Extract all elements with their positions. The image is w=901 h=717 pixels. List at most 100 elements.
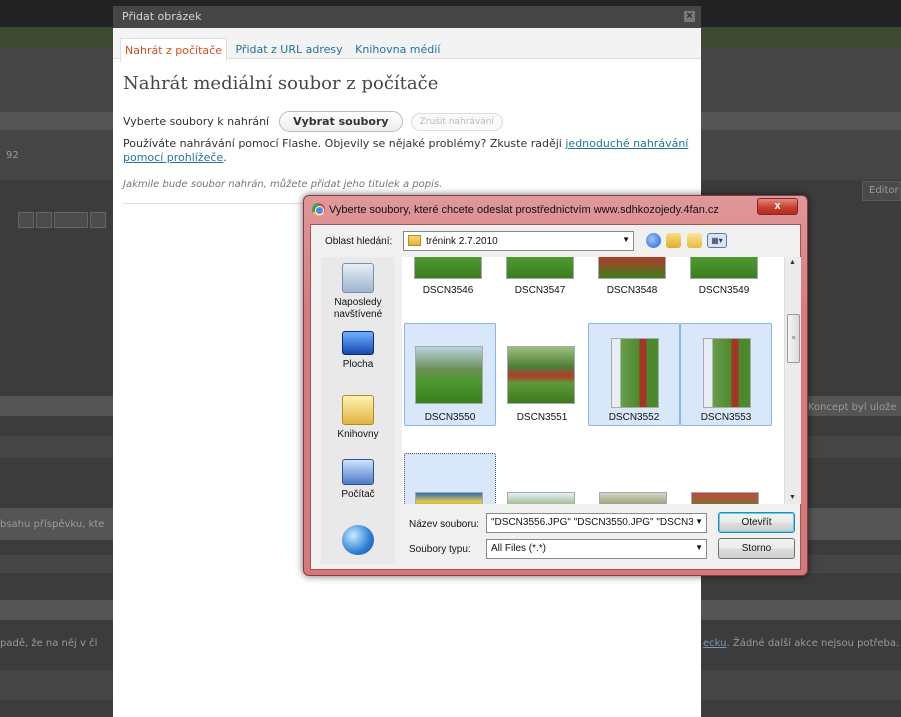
chevron-down-icon: ▼ [695, 543, 703, 552]
libraries-icon [342, 395, 374, 425]
file-name-label: Název souboru: [409, 519, 480, 530]
new-folder-icon[interactable] [687, 233, 702, 248]
file-item[interactable]: DSCN3552 [588, 323, 680, 426]
scrollbar-thumb[interactable]: ≡ [787, 314, 800, 363]
look-in-combobox[interactable]: trénink 2.7.2010 ▼ [403, 231, 634, 251]
place-label: Naposledy navštívené [333, 297, 383, 320]
thumbnail [415, 492, 483, 504]
file-item[interactable]: DSCN3551 [496, 323, 588, 426]
folder-icon [408, 235, 421, 246]
file-list[interactable]: DSCN3546 DSCN3547 DSCN3548 DSCN3549 DSCN… [402, 257, 784, 504]
places-bar: Naposledy navštívené Plocha Knihovny Poč… [321, 257, 395, 564]
file-name-value: "DSCN3556.JPG" "DSCN3550.JPG" "DSCN3 [491, 517, 694, 528]
file-name: DSCN3550 [424, 412, 476, 423]
views-menu-icon[interactable]: ▦▾ [707, 233, 727, 248]
thumbnail[interactable] [690, 257, 758, 279]
dialog-title-text: Vyberte soubory, které chcete odeslat pr… [329, 204, 719, 216]
place-computer[interactable]: Počítač [321, 459, 395, 501]
file-list-scrollbar[interactable]: ▲ ≡ ▼ [784, 257, 801, 504]
dialog-content: Oblast hledání: trénink 2.7.2010 ▼ ▦▾ Na… [310, 224, 801, 570]
select-files-label: Vyberte soubory k nahrání [123, 115, 270, 128]
dialog-title: Vyberte soubory, které chcete odeslat pr… [312, 203, 719, 216]
scroll-up-icon[interactable]: ▲ [789, 259, 796, 266]
file-item[interactable] [680, 453, 772, 504]
file-item[interactable]: DSCN3550 [404, 323, 496, 426]
file-name: DSCN3553 [700, 412, 752, 423]
place-desktop[interactable]: Plocha [321, 331, 395, 371]
flash-note-end: . [223, 151, 227, 164]
place-recent[interactable]: Naposledy navštívené [321, 263, 395, 321]
file-item[interactable] [496, 453, 588, 504]
open-button[interactable]: Otevřít [718, 512, 795, 533]
file-type-select[interactable]: All Files (*.*) ▼ [486, 539, 707, 559]
place-label: Knihovny [337, 429, 379, 440]
bg-draft-status: Koncept byl ulože [808, 402, 897, 413]
place-label: Plocha [342, 359, 374, 370]
bg-toolbar-btn [90, 212, 106, 228]
look-in-label: Oblast hledání: [325, 236, 393, 247]
thumbnail[interactable] [506, 257, 574, 279]
file-open-dialog: Vyberte soubory, které chcete odeslat pr… [303, 195, 808, 576]
upload-heading: Nahrát mediální soubor z počítače [123, 73, 439, 94]
bg-toolbar-btn [18, 212, 34, 228]
thumbnail[interactable] [414, 257, 482, 279]
thumbnail [691, 492, 759, 504]
file-name[interactable]: DSCN3546 [402, 285, 494, 296]
thumbnail [507, 492, 575, 504]
thumbnail [415, 346, 483, 404]
bg-bottom-text-right: . Žádné další akce nejsou potřeba. [726, 638, 900, 649]
tab-from-url[interactable]: Přidat z URL adresy [231, 38, 346, 60]
bg-editor-tab: Editor [862, 181, 901, 201]
file-name: DSCN3551 [516, 412, 568, 423]
file-name[interactable]: DSCN3549 [678, 285, 770, 296]
file-item[interactable] [404, 453, 496, 504]
desktop-icon [342, 331, 374, 355]
flash-note-text: Používáte nahrávání pomocí Flashe. Objev… [123, 137, 566, 150]
thumbnail [507, 346, 575, 404]
look-in-value: trénink 2.7.2010 [426, 236, 498, 247]
computer-icon [342, 459, 374, 485]
modal-body: Nahrát mediální soubor z počítače Vybert… [113, 59, 701, 204]
cancel-button[interactable]: Storno [718, 538, 795, 559]
file-name-input[interactable]: "DSCN3556.JPG" "DSCN3550.JPG" "DSCN3 ▼ [486, 513, 707, 533]
file-type-value: All Files (*.*) [491, 543, 547, 554]
thumbnail [703, 338, 751, 408]
thumbnail [611, 338, 659, 408]
chevron-down-icon[interactable]: ▼ [693, 517, 703, 526]
file-name: DSCN3552 [608, 412, 660, 423]
modal-header: Přidat obrázek × [113, 6, 701, 28]
scroll-down-icon[interactable]: ▼ [789, 494, 796, 501]
flash-uploader-note: Používáte nahrávání pomocí Flashe. Objev… [123, 137, 691, 165]
modal-title: Přidat obrázek [122, 10, 202, 23]
bg-number: 92 [6, 150, 19, 161]
up-folder-icon[interactable] [666, 233, 681, 248]
place-network[interactable] [321, 525, 395, 559]
bg-content-text: bsahu příspěvku, kte [0, 519, 105, 530]
tab-upload-from-computer[interactable]: Nahrát z počítače [120, 38, 227, 62]
dialog-close-button[interactable]: x [757, 198, 798, 215]
chrome-icon [312, 203, 325, 216]
bg-bottom-text: padě, že na něj v čl [0, 638, 98, 649]
cancel-upload-button[interactable]: Zrušit nahrávání [410, 112, 503, 131]
network-icon [342, 525, 374, 555]
bg-bottom-help: ecku. Žádné další akce nejsou potřeba. [703, 638, 899, 649]
place-label: Počítač [341, 489, 375, 500]
thumbnail[interactable] [598, 257, 666, 279]
modal-tabs: Nahrát z počítače Přidat z URL adresy Kn… [113, 28, 701, 62]
file-type-label: Soubory typu: [409, 544, 471, 555]
close-icon[interactable]: × [684, 11, 695, 22]
thumbnail [599, 492, 667, 504]
file-item[interactable]: DSCN3553 [680, 323, 772, 426]
bg-toolbar-btn [36, 212, 52, 228]
place-libraries[interactable]: Knihovny [321, 395, 395, 441]
file-name[interactable]: DSCN3548 [586, 285, 678, 296]
chevron-down-icon: ▼ [622, 235, 630, 244]
back-icon[interactable] [646, 233, 661, 248]
bg-bottom-link: ecku [703, 638, 727, 649]
bg-toolbar-btn [54, 212, 88, 228]
select-files-button[interactable]: Vybrat soubory [279, 111, 403, 132]
tab-media-library[interactable]: Knihovna médií [351, 38, 444, 60]
file-name[interactable]: DSCN3547 [494, 285, 586, 296]
recent-places-icon [342, 263, 374, 293]
file-item[interactable] [588, 453, 680, 504]
